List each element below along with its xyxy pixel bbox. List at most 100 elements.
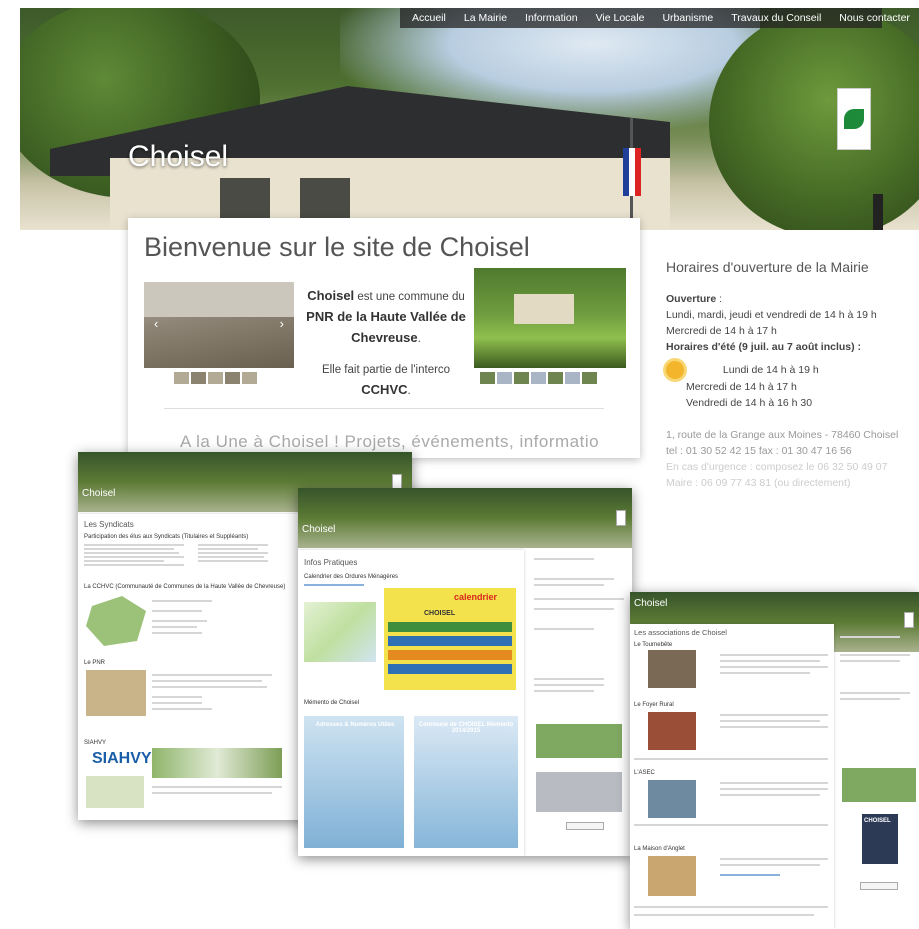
card-section-siahvy: SIAHVY <box>84 740 107 746</box>
nav-la-mairie[interactable]: La Mairie <box>464 12 507 24</box>
hours-line-1: Lundi, mardi, jeudi et vendredi de 14 h … <box>666 309 877 321</box>
card-map <box>536 724 622 758</box>
text-line <box>152 600 212 602</box>
text-line <box>304 584 364 586</box>
slider-thumbnails <box>174 372 257 384</box>
slider-thumbnail[interactable] <box>225 372 240 384</box>
slider-thumbnail[interactable] <box>531 372 546 384</box>
card-map <box>842 768 916 802</box>
text-line <box>84 560 164 562</box>
nav-urbanisme[interactable]: Urbanisme <box>662 12 713 24</box>
photo-slider[interactable]: ‹ › <box>144 282 294 368</box>
text-line <box>152 626 197 628</box>
card-poster[interactable]: CHOISEL <box>862 814 898 864</box>
text-line <box>720 794 820 796</box>
nav-nous-contacter[interactable]: Nous contacter <box>839 12 910 24</box>
slider-thumbnail[interactable] <box>242 372 257 384</box>
text-line <box>152 674 272 676</box>
memento-heading: Mémento de Choisel <box>304 700 360 706</box>
text-line <box>152 786 282 788</box>
flag-icon <box>623 148 641 196</box>
memento-box-1[interactable]: Adresses & Numéros Utiles <box>304 716 404 848</box>
slider-thumbnail[interactable] <box>480 372 495 384</box>
slider-thumbnail[interactable] <box>208 372 223 384</box>
site-title[interactable]: Choisel <box>128 140 228 174</box>
card-section-cchvc: La CCHVC (Communauté de Communes de la H… <box>84 584 286 590</box>
slider-thumbnail[interactable] <box>565 372 580 384</box>
slider-thumbnail[interactable] <box>174 372 189 384</box>
text-line <box>152 702 202 704</box>
sun-icon <box>666 361 684 379</box>
text-line <box>198 544 268 546</box>
park-logo-icon[interactable] <box>837 88 871 150</box>
mairie-address: 1, route de la Grange aux Moines - 78460… <box>666 429 899 441</box>
card-page: Les associations de Choisel Le Tournebêt… <box>630 624 834 929</box>
text-line <box>720 720 820 722</box>
text-line <box>534 558 594 560</box>
nav-information[interactable]: Information <box>525 12 578 24</box>
photo-slider-right[interactable] <box>474 268 626 368</box>
card-subheading: Participation des élus aux Syndicats (Ti… <box>84 534 249 540</box>
text-line <box>534 678 604 680</box>
card-subheading: Calendrier des Ordures Ménagères <box>304 574 399 580</box>
slider-thumbnail[interactable] <box>497 372 512 384</box>
memento-box-2[interactable]: Commune de CHOISEL Memento 2014/2015 <box>414 716 518 848</box>
slider-thumbnails-right <box>480 372 597 384</box>
intro-paragraph-2: Elle fait partie de l'interco CCHVC. <box>306 361 466 401</box>
nav-travaux-du-conseil[interactable]: Travaux du Conseil <box>731 12 821 24</box>
summer-row-1: Lundi de 14 h à 19 h <box>666 361 906 379</box>
calendar-illustration <box>304 602 376 662</box>
welcome-panel: Bienvenue sur le site de Choisel ‹ › Cho… <box>128 218 640 458</box>
slider-thumbnail[interactable] <box>514 372 529 384</box>
text-line <box>84 564 184 566</box>
photo-building <box>514 294 574 324</box>
nav-accueil[interactable]: Accueil <box>412 12 446 24</box>
map-cchvc <box>86 596 146 646</box>
intro-paragraph-1: Choisel est une commune du PNR de la Hau… <box>306 286 466 349</box>
text-line <box>720 726 828 728</box>
card-site-title: Choisel <box>302 524 336 535</box>
text-line <box>534 684 604 686</box>
text-line <box>720 654 828 656</box>
summer-line-1: Lundi de 14 h à 19 h <box>722 363 819 376</box>
memento-box-2-title: Commune de CHOISEL Memento 2014/2015 <box>418 722 514 734</box>
ouverture-label: Ouverture <box>666 293 717 305</box>
calendar-title: calendrier <box>454 592 498 602</box>
calendar-image[interactable]: calendrier CHOISEL <box>384 588 516 690</box>
text-line <box>152 610 202 612</box>
hours-line-2: Mercredi de 14 h à 17 h <box>666 325 777 337</box>
text-line <box>534 628 594 630</box>
memento-box-1-title: Adresses & Numéros Utiles <box>315 722 395 728</box>
slider-prev-icon[interactable]: ‹ <box>154 316 158 331</box>
hero-lamp <box>873 194 883 230</box>
slider-thumbnail[interactable] <box>191 372 206 384</box>
park-logo-icon <box>904 612 914 628</box>
welcome-heading: Bienvenue sur le site de Choisel <box>144 232 530 262</box>
text-line <box>720 666 828 668</box>
assoc-photo <box>648 780 696 818</box>
card-button[interactable] <box>566 822 604 830</box>
card-page: Infos Pratiques Calendrier des Ordures M… <box>298 550 524 856</box>
text-line <box>840 698 900 700</box>
card-banner <box>298 488 632 548</box>
slider-thumbnail[interactable] <box>548 372 563 384</box>
text-line <box>720 672 810 674</box>
slider-thumbnail[interactable] <box>582 372 597 384</box>
intro-commune-name: Choisel <box>307 288 355 303</box>
text-line <box>152 696 202 698</box>
calendar-row <box>388 636 512 646</box>
text-line <box>152 708 212 710</box>
intro-end: . <box>417 333 421 345</box>
summer-line-2: Mercredi de 14 h à 17 h <box>686 381 797 393</box>
text-line <box>840 692 910 694</box>
nav-vie-locale[interactable]: Vie Locale <box>596 12 645 24</box>
text-line <box>534 584 604 586</box>
slider-next-icon[interactable]: › <box>280 316 284 331</box>
siahvy-photo <box>152 748 282 778</box>
text-line <box>534 598 624 600</box>
hours-ouverture: Ouverture : <box>666 291 906 307</box>
intro-text: Choisel est une commune du PNR de la Hau… <box>306 286 466 407</box>
card-button[interactable] <box>860 882 898 890</box>
intro-text-1: est une commune du <box>354 291 465 303</box>
intro-dot: . <box>407 385 411 397</box>
